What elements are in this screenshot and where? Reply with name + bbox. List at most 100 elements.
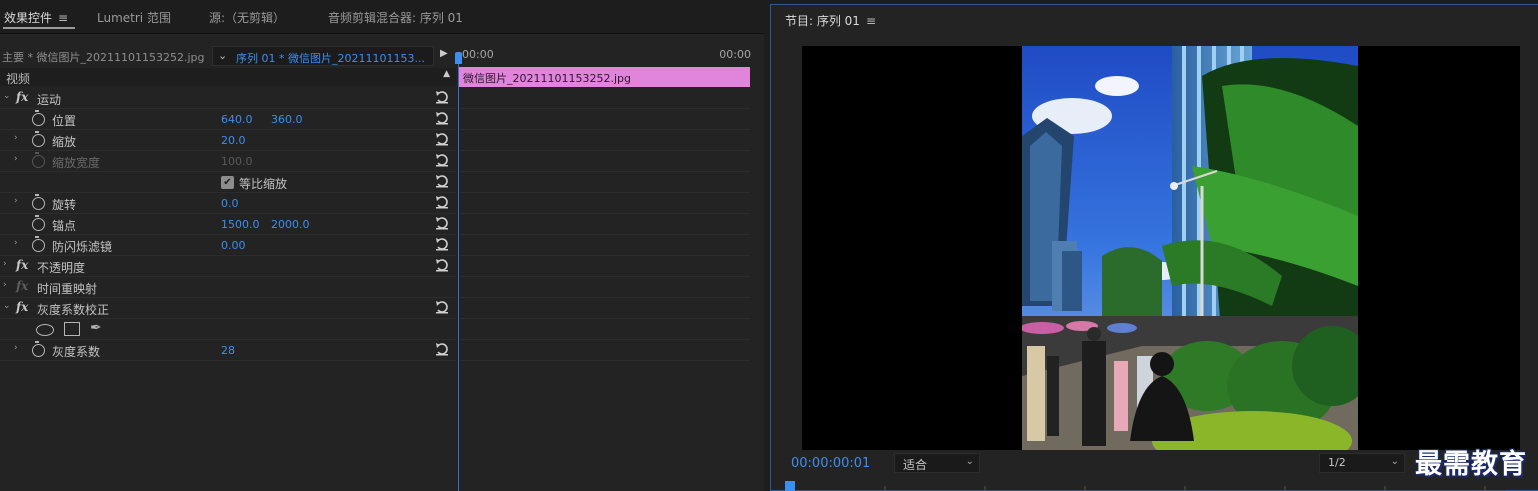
fx-icon[interactable]: fx — [16, 258, 28, 272]
menu-icon[interactable]: ≡ — [866, 14, 876, 28]
keyframe-lane — [460, 214, 750, 235]
keyframe-lane — [460, 319, 750, 340]
panel-tab-bar: 效果控件 ≡ Lumetri 范围 源:（无剪辑） 音频剪辑混合器: 序列 01 — [0, 0, 764, 34]
keyframe-lane — [460, 151, 750, 172]
chevron-down-icon: ⌄ — [1390, 456, 1399, 467]
scale-width-label: 缩放宽度 — [52, 156, 101, 170]
stopwatch-icon — [32, 152, 45, 168]
playback-resolution-value: 1/2 — [1328, 456, 1346, 469]
chevron-down-icon[interactable]: ⌄ — [3, 301, 11, 311]
program-monitor-panel: 节目: 序列 01 ≡ 00:00:00:01 适合 ⌄ 1/2 ⌄ 最需教育 — [770, 4, 1538, 491]
anti-flicker-label: 防闪烁滤镜 — [52, 240, 113, 254]
chevron-right-icon[interactable]: › — [14, 343, 18, 353]
effect-controls-panel: 效果控件 ≡ Lumetri 范围 源:（无剪辑） 音频剪辑混合器: 序列 01 … — [0, 0, 764, 491]
chevron-down-icon[interactable]: ⌄ — [3, 91, 11, 101]
uniform-scale-checkbox[interactable]: ✔ — [221, 176, 234, 189]
keyframe-lane — [460, 88, 750, 109]
gamma-value[interactable]: 28 — [221, 344, 235, 357]
chevron-right-icon[interactable]: › — [14, 154, 18, 164]
ellipse-mask-icon[interactable] — [36, 324, 54, 336]
master-clip-label[interactable]: 主要 * 微信图片_20211101153252.jpg — [2, 49, 205, 65]
effect-row-opacity[interactable]: › fx 不透明度 — [0, 256, 456, 277]
ruler-end-time: 00:00 — [719, 48, 751, 61]
effects-playhead-handle[interactable] — [455, 52, 462, 64]
property-row-scale: › 缩放 20.0 — [0, 130, 456, 151]
reset-icon[interactable] — [435, 174, 449, 188]
keyframe-lane — [460, 256, 750, 277]
anchor-y-value[interactable]: 2000.0 — [271, 218, 310, 231]
chevron-down-icon: ⌄ — [218, 49, 228, 62]
program-playhead[interactable] — [785, 481, 795, 491]
tab-audio-clip-mixer[interactable]: 音频剪辑混合器: 序列 01 — [328, 9, 463, 26]
property-row-anti-flicker: › 防闪烁滤镜 0.00 — [0, 235, 456, 256]
reset-icon[interactable] — [435, 132, 449, 146]
effect-row-gamma-correction[interactable]: ⌄ fx 灰度系数校正 — [0, 298, 456, 319]
source-selector-row: 主要 * 微信图片_20211101153252.jpg ⌄ 序列 01 * 微… — [0, 46, 458, 66]
program-monitor-title[interactable]: 节目: 序列 01 ≡ — [785, 12, 876, 29]
program-time-ruler[interactable] — [785, 483, 1505, 491]
opacity-label: 不透明度 — [37, 261, 86, 275]
stopwatch-icon[interactable] — [32, 110, 45, 126]
fx-icon[interactable]: fx — [16, 90, 28, 104]
fx-icon: fx — [16, 279, 29, 293]
video-section-label: 视频 — [6, 72, 31, 86]
pen-mask-icon[interactable]: ✒ — [90, 320, 102, 336]
property-row-gamma: › 灰度系数 28 — [0, 340, 456, 361]
chevron-right-icon[interactable]: › — [14, 238, 18, 248]
timeline-clip[interactable]: 微信图片_20211101153252.jpg — [458, 67, 750, 87]
effects-playhead-line[interactable] — [458, 52, 459, 491]
chevron-right-icon[interactable]: › — [14, 133, 18, 143]
reset-icon[interactable] — [435, 153, 449, 167]
reset-icon[interactable] — [435, 195, 449, 209]
chevron-right-icon[interactable]: › — [14, 196, 18, 206]
property-row-position: 位置 640.0 360.0 — [0, 109, 456, 130]
stopwatch-icon[interactable] — [32, 215, 45, 231]
keyframe-lane — [460, 235, 750, 256]
stopwatch-icon[interactable] — [32, 131, 45, 147]
position-x-value[interactable]: 640.0 — [221, 113, 253, 126]
stopwatch-icon[interactable] — [32, 194, 45, 210]
uniform-scale-label: 等比缩放 — [239, 177, 288, 191]
tab-effect-controls-label: 效果控件 — [4, 11, 53, 25]
position-y-value[interactable]: 360.0 — [271, 113, 303, 126]
chevron-right-icon[interactable]: › — [3, 280, 7, 290]
anti-flicker-value[interactable]: 0.00 — [221, 239, 246, 252]
menu-icon[interactable]: ≡ — [58, 11, 68, 25]
playback-resolution-dropdown[interactable]: 1/2 ⌄ — [1319, 453, 1405, 473]
tab-effect-controls[interactable]: 效果控件 ≡ — [4, 9, 68, 26]
mask-tools-row: ✒ — [0, 319, 456, 340]
stopwatch-icon[interactable] — [32, 236, 45, 252]
anchor-x-value[interactable]: 1500.0 — [221, 218, 260, 231]
effect-row-time-remapping[interactable]: › fx 时间重映射 — [0, 277, 456, 298]
program-monitor-title-label: 节目: 序列 01 — [785, 14, 860, 28]
effect-row-motion[interactable]: ⌄ fx 运动 — [0, 88, 456, 109]
collapse-up-icon[interactable]: ▲ — [443, 69, 450, 79]
stopwatch-icon[interactable] — [32, 341, 45, 357]
scale-value[interactable]: 20.0 — [221, 134, 246, 147]
tab-source[interactable]: 源:（无剪辑） — [209, 9, 285, 26]
tab-lumetri-scopes[interactable]: Lumetri 范围 — [97, 9, 171, 26]
play-triangle-icon[interactable]: ▶ — [440, 48, 448, 59]
program-monitor-viewer[interactable] — [802, 46, 1520, 450]
chevron-right-icon[interactable]: › — [3, 259, 7, 269]
fx-icon[interactable]: fx — [16, 300, 28, 314]
reset-icon[interactable] — [435, 90, 449, 104]
reset-icon[interactable] — [435, 216, 449, 230]
mini-timeline-ruler[interactable]: 00:00 00:00 — [458, 46, 756, 66]
sequence-clip-dropdown[interactable]: ⌄ 序列 01 * 微信图片_20211101153... — [212, 46, 434, 66]
reset-icon[interactable] — [435, 342, 449, 356]
ruler-start-time: 00:00 — [462, 48, 494, 61]
gamma-label: 灰度系数 — [52, 345, 101, 359]
reset-icon[interactable] — [435, 300, 449, 314]
property-row-uniform-scale: ✔ 等比缩放 — [0, 172, 456, 193]
keyframe-lane — [460, 109, 750, 130]
reset-icon[interactable] — [435, 111, 449, 125]
reset-icon[interactable] — [435, 258, 449, 272]
property-row-scale-width: › 缩放宽度 100.0 — [0, 151, 456, 172]
reset-icon[interactable] — [435, 237, 449, 251]
zoom-level-dropdown[interactable]: 适合 ⌄ — [894, 453, 980, 473]
anchor-point-label: 锚点 — [52, 219, 77, 233]
rotation-value[interactable]: 0.0 — [221, 197, 239, 210]
rectangle-mask-icon[interactable] — [64, 322, 80, 336]
program-timecode[interactable]: 00:00:00:01 — [791, 456, 870, 471]
